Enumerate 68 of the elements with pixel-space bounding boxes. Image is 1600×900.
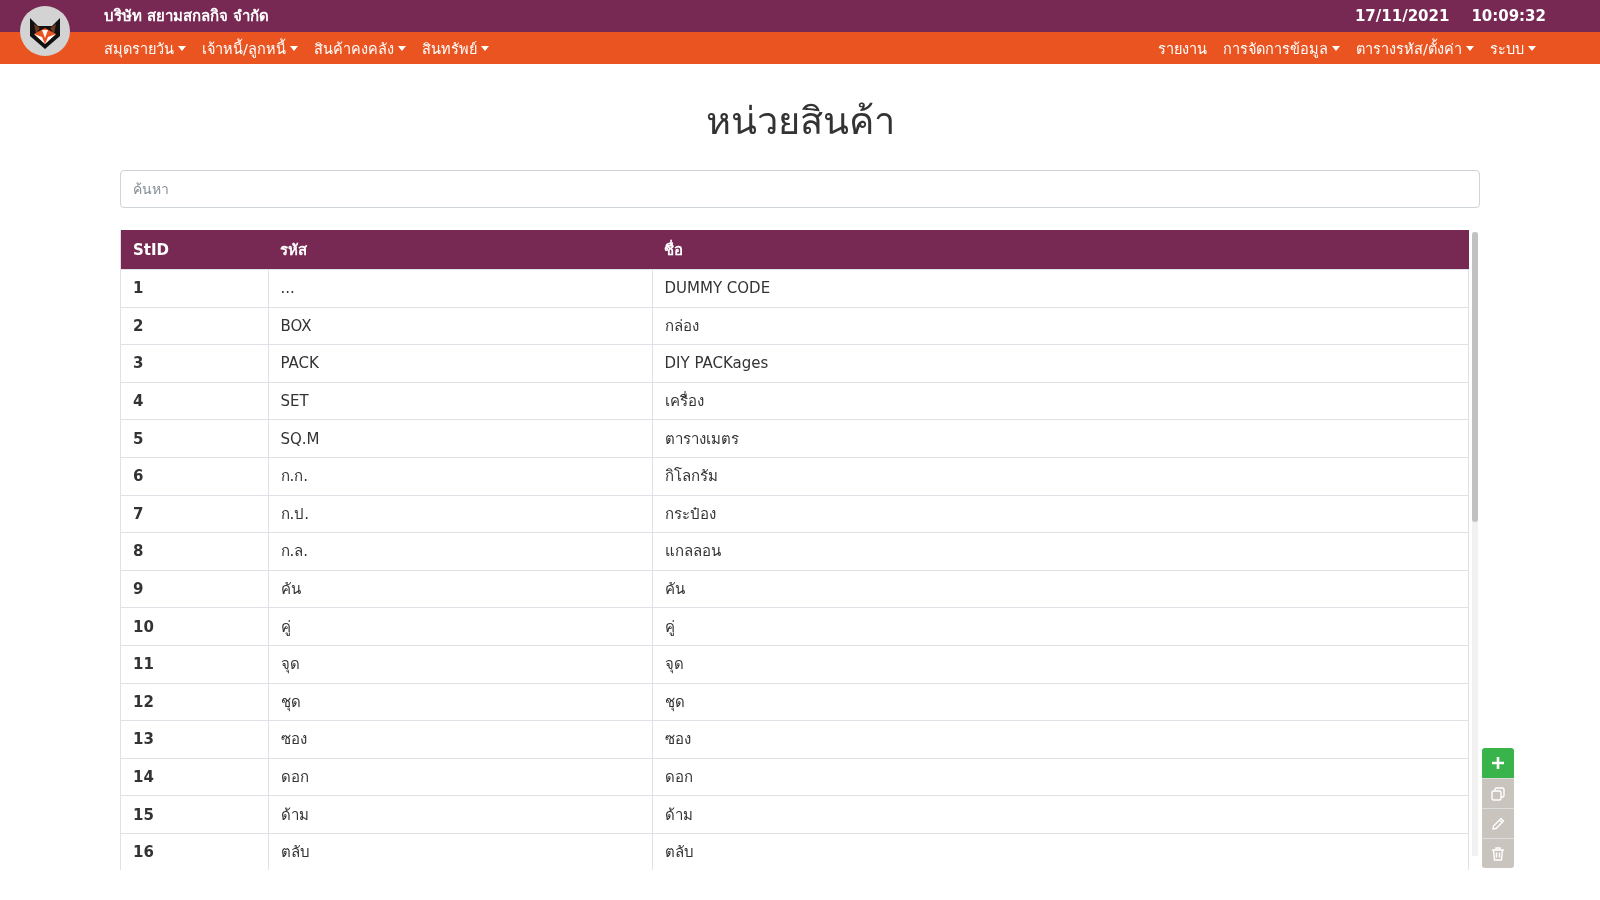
table-cell: DUMMY CODE [652, 269, 1469, 308]
trash-icon [1490, 845, 1506, 862]
menu-item[interactable]: สมุดรายวัน [96, 36, 194, 60]
table-cell: กระป๋อง [652, 495, 1469, 533]
table-cell: PACK [268, 344, 652, 383]
page-title: หน่วยสินค้า [704, 98, 896, 144]
column-header[interactable]: รหัส [268, 230, 652, 270]
date-text: 17/11/2021 [1354, 7, 1450, 25]
table-cell: 12 [121, 683, 268, 721]
company-name: บริษัท สยามสกลกิจ จำกัด [104, 6, 270, 27]
table-cell: 3 [121, 344, 268, 383]
table-cell: ... [268, 269, 652, 308]
table-cell: ชุด [268, 683, 652, 721]
table-cell: ก.ล. [268, 532, 652, 571]
menu-item[interactable]: รายงาน [1150, 36, 1216, 60]
table-cell: 14 [121, 758, 268, 796]
table-cell: คัน [268, 570, 652, 608]
add-button[interactable] [1482, 748, 1514, 778]
copy-icon [1490, 785, 1506, 802]
table-cell: 8 [121, 532, 268, 571]
table-cell: 7 [121, 495, 268, 533]
table-cell: SET [268, 382, 652, 420]
table-cell: ชุด [652, 683, 1469, 721]
table-cell: ตารางเมตร [652, 419, 1469, 458]
table-cell: 5 [121, 419, 268, 458]
table-cell: จุด [268, 645, 652, 684]
table-cell: 10 [121, 607, 268, 646]
table-cell: 9 [121, 570, 268, 608]
table-cell: ดอก [268, 758, 652, 796]
menu-item[interactable]: สินทรัพย์ [413, 36, 497, 60]
table-cell: แกลลอน [652, 532, 1469, 571]
table-cell: กิโลกรัม [652, 457, 1469, 496]
table-cell: ด้าม [268, 795, 652, 834]
menu-item[interactable]: เจ้าหนี้/ลูกหนี้ [194, 36, 306, 60]
table-cell: 2 [121, 307, 268, 345]
search-field[interactable]: ค้นหา [120, 170, 1480, 208]
column-header[interactable]: StID [121, 230, 268, 270]
table-cell: ซอง [652, 720, 1469, 759]
table-cell: 6 [121, 457, 268, 496]
plus-icon [1490, 755, 1506, 771]
menu-item[interactable]: ตารางรหัส/ตั้งค่า [1348, 36, 1482, 60]
table-cell: SQ.M [268, 419, 652, 458]
table-cell: ดอก [652, 758, 1469, 796]
column-header[interactable]: ชื่อ [652, 230, 1469, 270]
table-cell: คู่ [652, 607, 1469, 646]
time-text: 10:09:32 [1471, 7, 1546, 25]
table-cell: 11 [121, 645, 268, 684]
table-cell: กล่อง [652, 307, 1469, 345]
table-cell: ก.ก. [268, 457, 652, 496]
table-cell: ซอง [268, 720, 652, 759]
table-cell: ก.ป. [268, 495, 652, 533]
menu-item[interactable]: การจัดการข้อมูล [1215, 36, 1349, 60]
menu-item[interactable]: สินค้าคงคลัง [305, 36, 414, 60]
table-cell: คัน [652, 570, 1469, 608]
table-cell: 1 [121, 269, 268, 308]
table-cell: BOX [268, 307, 652, 345]
table-cell: คู่ [268, 607, 652, 646]
scrollbar[interactable] [1472, 232, 1478, 856]
pencil-icon [1490, 815, 1506, 832]
table-cell: 4 [121, 382, 268, 420]
fox-logo-icon[interactable] [20, 6, 70, 56]
table-cell: ด้าม [652, 795, 1469, 834]
menu-item[interactable]: ระบบ [1482, 36, 1544, 60]
table-cell: เครื่อง [652, 382, 1469, 420]
table-cell: DIY PACKages [652, 344, 1469, 383]
table-cell: จุด [652, 645, 1469, 684]
table-cell: 13 [121, 720, 268, 759]
table-cell: 15 [121, 795, 268, 834]
